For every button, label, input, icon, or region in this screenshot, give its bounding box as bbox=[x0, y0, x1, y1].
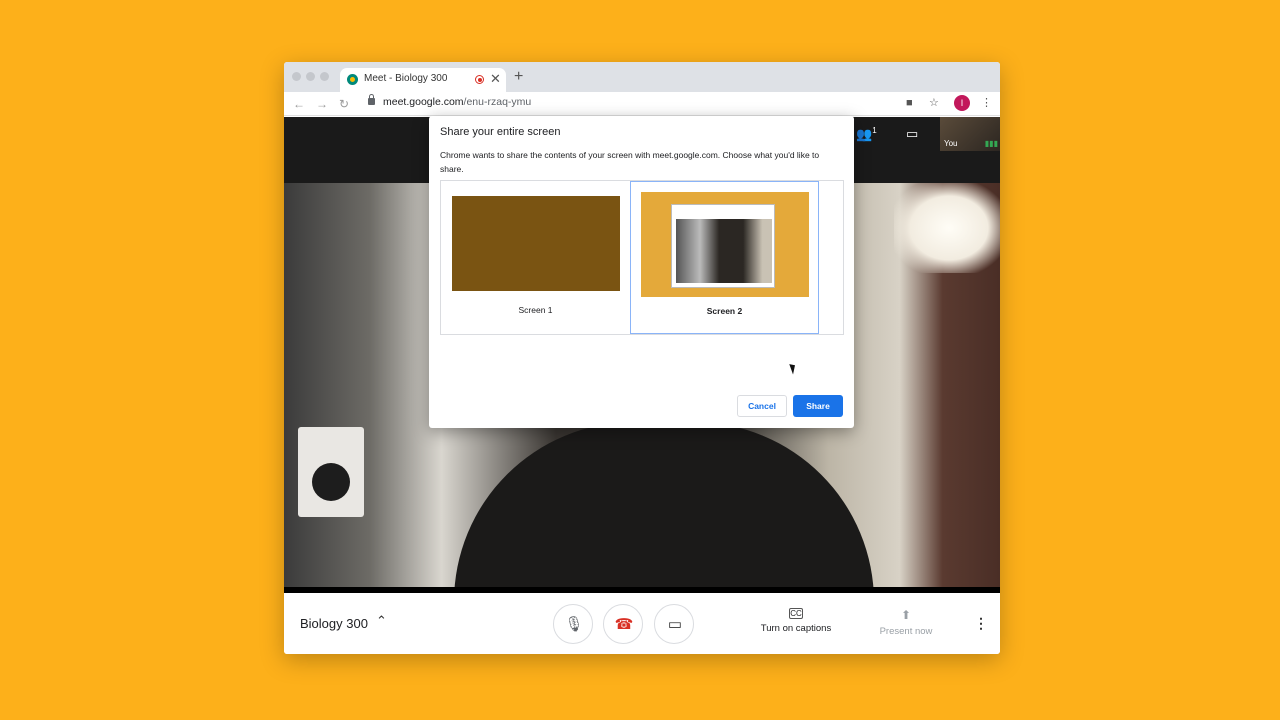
lock-icon bbox=[368, 94, 375, 105]
speaker-in-video bbox=[298, 427, 364, 517]
more-options-icon[interactable]: ⋮ bbox=[974, 615, 988, 632]
reload-icon[interactable]: ↻ bbox=[339, 95, 349, 113]
tab-close-icon[interactable]: ✕ bbox=[490, 70, 501, 88]
hangup-icon: ☎ bbox=[614, 616, 634, 633]
bookmark-star-icon[interactable]: ☆ bbox=[929, 96, 939, 110]
participants-count: 1 bbox=[872, 126, 877, 135]
self-view-tile[interactable]: You ▮▮▮ bbox=[940, 117, 1000, 151]
present-label: Present now bbox=[879, 626, 933, 637]
camera-permission-icon[interactable]: ■ bbox=[906, 96, 913, 110]
recording-indicator-icon bbox=[475, 75, 484, 84]
screen-2-thumbnail-window bbox=[671, 204, 775, 288]
captions-label: Turn on captions bbox=[760, 623, 832, 634]
minimize-window-button[interactable] bbox=[306, 72, 315, 81]
meet-bottom-bar: Biology 300 ⌃ 🎙 ☎ ▭ CC Turn on captions … bbox=[284, 593, 1000, 654]
audio-level-icon: ▮▮▮ bbox=[984, 139, 998, 148]
close-window-button[interactable] bbox=[292, 72, 301, 81]
camera-icon: ▭ bbox=[667, 616, 683, 633]
zoom-window-button[interactable] bbox=[320, 72, 329, 81]
microphone-icon: 🎙 bbox=[564, 616, 584, 633]
screen-source-1[interactable]: Screen 1 bbox=[441, 181, 630, 334]
screen-source-2[interactable]: Screen 2 bbox=[630, 181, 819, 334]
self-view-label: You bbox=[944, 139, 958, 148]
back-icon[interactable]: ← bbox=[293, 95, 305, 113]
camera-button[interactable]: ▭ bbox=[654, 604, 694, 644]
screen-2-label: Screen 2 bbox=[706, 306, 743, 316]
microphone-button[interactable]: 🎙 bbox=[553, 604, 593, 644]
captions-button[interactable]: CC Turn on captions bbox=[756, 608, 836, 634]
screen-1-thumbnail bbox=[452, 196, 620, 291]
browser-title-bar: Meet - Biology 300 ✕ + bbox=[284, 62, 1000, 92]
screen-1-label: Screen 1 bbox=[518, 305, 553, 315]
chevron-up-icon[interactable]: ⌃ bbox=[376, 613, 387, 629]
url-path: /enu-rzaq-ymu bbox=[463, 96, 532, 108]
screen-source-list: Screen 1 Screen 2 bbox=[440, 180, 844, 335]
profile-avatar[interactable]: I bbox=[954, 95, 970, 111]
browser-tab-meet[interactable]: Meet - Biology 300 ✕ bbox=[340, 68, 506, 92]
leave-call-button[interactable]: ☎ bbox=[603, 604, 643, 644]
participants-icon[interactable]: 👥1 bbox=[856, 126, 877, 142]
present-icon: ⬆ bbox=[900, 608, 912, 622]
screen-2-thumbnail bbox=[641, 192, 809, 297]
meeting-title: Biology 300 bbox=[300, 616, 368, 631]
dialog-description: Chrome wants to share the contents of yo… bbox=[440, 150, 820, 174]
share-button[interactable]: Share bbox=[793, 395, 843, 417]
share-screen-dialog: Share your entire screen Chrome wants to… bbox=[429, 116, 854, 428]
present-now-button[interactable]: ⬆ Present now bbox=[866, 608, 946, 637]
cancel-button[interactable]: Cancel bbox=[737, 395, 787, 417]
meet-favicon-icon bbox=[347, 74, 358, 85]
dialog-title: Share your entire screen bbox=[440, 126, 561, 138]
forward-icon[interactable]: → bbox=[316, 95, 328, 113]
tab-title: Meet - Biology 300 bbox=[364, 73, 448, 84]
url-text: meet.google.com/enu-rzaq-ymu bbox=[383, 96, 531, 108]
address-bar[interactable]: meet.google.com/enu-rzaq-ymu bbox=[358, 94, 900, 112]
lamp-light bbox=[894, 183, 1000, 273]
browser-toolbar: ← → ↻ meet.google.com/enu-rzaq-ymu ■ ☆ I… bbox=[284, 92, 1000, 116]
new-tab-button[interactable]: + bbox=[514, 67, 523, 87]
chat-icon[interactable]: ▭ bbox=[906, 126, 918, 142]
captions-icon: CC bbox=[789, 608, 803, 619]
people-glyph: 👥 bbox=[856, 126, 873, 142]
url-host: meet.google.com bbox=[383, 96, 464, 108]
browser-menu-icon[interactable]: ⋮ bbox=[981, 96, 992, 110]
